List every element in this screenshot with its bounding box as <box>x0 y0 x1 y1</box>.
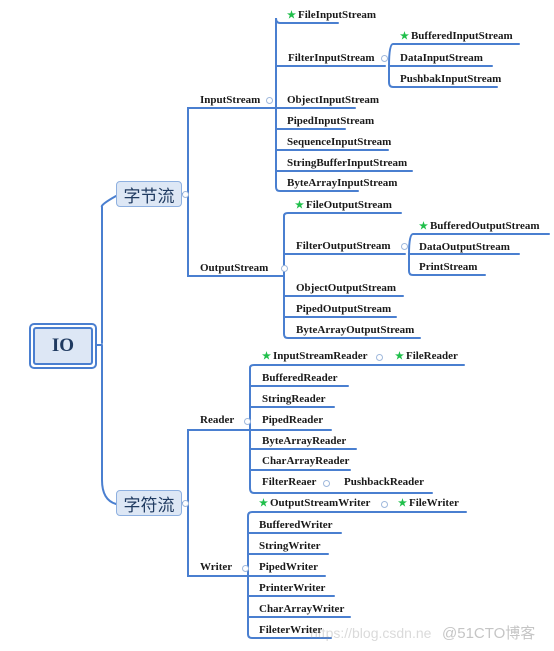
node-filewriter[interactable]: ★ FileWriter <box>398 497 459 510</box>
node-bytearrayinputstream[interactable]: ByteArrayInputStream <box>287 177 397 190</box>
collapse-toggle-icon[interactable] <box>381 501 388 508</box>
collapse-toggle-icon[interactable] <box>323 480 330 487</box>
node-char-stream[interactable]: 字符流 <box>116 490 182 516</box>
node-reader[interactable]: Reader <box>200 414 234 427</box>
star-icon: ★ <box>398 498 407 509</box>
watermark-url: https://blog.csdn.ne <box>310 625 432 641</box>
node-objectinputstream[interactable]: ObjectInputStream <box>287 94 379 107</box>
collapse-toggle-icon[interactable] <box>266 97 273 104</box>
collapse-toggle-icon[interactable] <box>182 500 189 507</box>
root-node-label: IO <box>33 327 93 365</box>
node-fileinputstream[interactable]: ★ FileInputStream <box>287 9 376 22</box>
node-objectoutputstream[interactable]: ObjectOutputStream <box>296 282 396 295</box>
collapse-toggle-icon[interactable] <box>182 191 189 198</box>
char-branch-line <box>187 429 251 577</box>
node-datainputstream[interactable]: DataInputStream <box>400 52 483 65</box>
node-bytearrayoutputstream[interactable]: ByteArrayOutputStream <box>296 324 414 337</box>
node-writer[interactable]: Writer <box>200 561 232 574</box>
node-fileoutputstream[interactable]: ★ FileOutputStream <box>295 199 392 212</box>
trunk-line <box>100 195 117 505</box>
node-filterinputstream[interactable]: FilterInputStream <box>288 52 375 65</box>
collapse-toggle-icon[interactable] <box>376 354 383 361</box>
root-node-io[interactable]: IO <box>29 323 97 369</box>
star-icon: ★ <box>259 498 268 509</box>
node-filereader[interactable]: ★ FileReader <box>395 350 458 363</box>
node-bufferedwriter[interactable]: BufferedWriter <box>259 519 333 532</box>
node-sequenceinputstream[interactable]: SequenceInputStream <box>287 136 391 149</box>
node-chararrayreader[interactable]: CharArrayReader <box>262 455 349 468</box>
collapse-toggle-icon[interactable] <box>381 55 388 62</box>
node-chararraywriter[interactable]: CharArrayWriter <box>259 603 344 616</box>
node-inputstream[interactable]: InputStream <box>200 94 260 107</box>
node-pushbackreader[interactable]: PushbackReader <box>344 476 424 489</box>
star-icon: ★ <box>395 351 404 362</box>
node-inputstreamreader[interactable]: ★ InputStreamReader <box>262 350 367 363</box>
node-stringreader[interactable]: StringReader <box>262 393 326 406</box>
collapse-toggle-icon[interactable] <box>244 418 251 425</box>
star-icon: ★ <box>400 31 409 42</box>
star-icon: ★ <box>262 351 271 362</box>
node-byte-stream[interactable]: 字节流 <box>116 181 182 207</box>
node-pipedreader[interactable]: PipedReader <box>262 414 323 427</box>
watermark-brand: @51CTO博客 <box>442 625 536 642</box>
star-icon: ★ <box>295 200 304 211</box>
collapse-toggle-icon[interactable] <box>242 565 249 572</box>
node-bufferedinputstream[interactable]: ★ BufferedInputStream <box>400 30 513 43</box>
node-filterreaer[interactable]: FilterReaer <box>262 476 316 489</box>
star-icon: ★ <box>419 221 428 232</box>
node-pushbakinputstream[interactable]: PushbakInputStream <box>400 73 501 86</box>
node-stringwriter[interactable]: StringWriter <box>259 540 321 553</box>
node-dataoutputstream[interactable]: DataOutputStream <box>419 241 510 254</box>
node-filteroutputstream[interactable]: FilterOutputStream <box>296 240 391 253</box>
node-printstream[interactable]: PrintStream <box>419 261 477 274</box>
node-bufferedreader[interactable]: BufferedReader <box>262 372 338 385</box>
node-printerwriter[interactable]: PrinterWriter <box>259 582 325 595</box>
node-bytearrayreader[interactable]: ByteArrayReader <box>262 435 346 448</box>
node-stringbufferinputstream[interactable]: StringBufferInputStream <box>287 157 407 170</box>
star-icon: ★ <box>287 10 296 21</box>
collapse-toggle-icon[interactable] <box>401 243 408 250</box>
node-outputstream[interactable]: OutputStream <box>200 262 268 275</box>
node-pipedwriter[interactable]: PipedWriter <box>259 561 318 574</box>
node-pipedoutputstream[interactable]: PipedOutputStream <box>296 303 391 316</box>
node-bufferedoutputstream[interactable]: ★ BufferedOutputStream <box>419 220 540 233</box>
io-mind-map: IO 字节流 字符流 InputStream ★ FileInputStream … <box>0 0 554 651</box>
node-outputstreamwriter[interactable]: ★ OutputStreamWriter <box>259 497 370 510</box>
node-pipedinputstream[interactable]: PipedInputStream <box>287 115 374 128</box>
byte-branch-line <box>187 107 284 277</box>
collapse-toggle-icon[interactable] <box>281 265 288 272</box>
